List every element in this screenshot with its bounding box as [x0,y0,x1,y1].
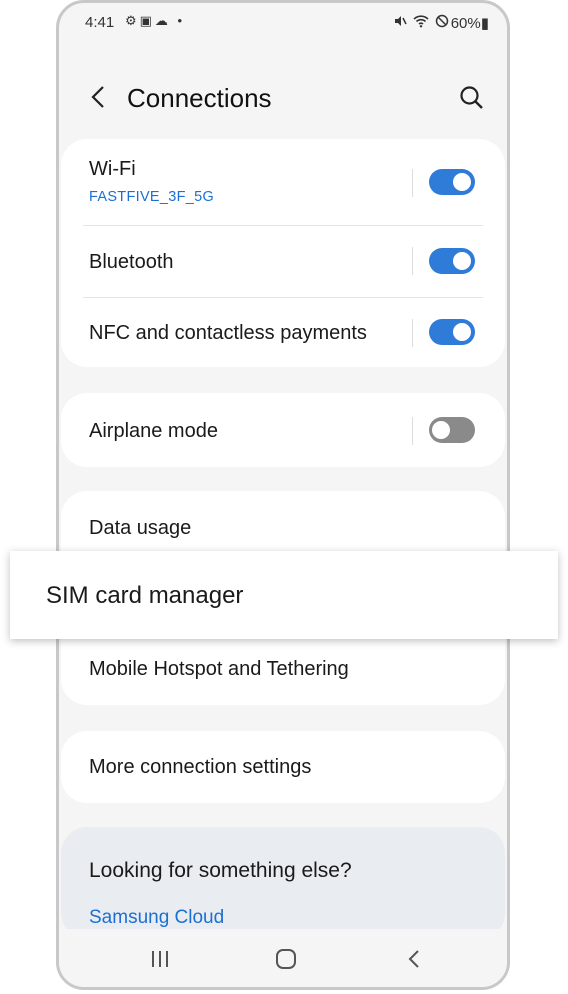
sim-card-manager-row[interactable]: SIM card manager [10,551,558,639]
home-button[interactable] [271,945,301,973]
chevron-left-icon [91,86,104,108]
separator [412,247,413,275]
search-icon [460,86,483,109]
back-nav-button[interactable] [399,945,429,973]
more-settings-label: More connection settings [89,756,312,778]
hotspot-row[interactable]: Mobile Hotspot and Tethering [61,633,505,705]
bluetooth-row[interactable]: Bluetooth [61,225,505,297]
recents-icon [152,951,168,967]
suggestion-card: Looking for something else? Samsung Clou… [61,827,505,939]
sim-card-manager-label: SIM card manager [46,582,244,609]
page-title: Connections [127,83,272,113]
back-icon [408,950,419,968]
airplane-toggle[interactable] [429,417,475,443]
more-group: More connection settings [61,731,505,803]
more-settings-row[interactable]: More connection settings [61,731,505,803]
notification-icons: ⚙▣☁ • [125,13,186,28]
bluetooth-label: Bluetooth [89,251,174,273]
page-header: Connections [59,75,507,123]
status-bar: 4:41 ⚙▣☁ • 60%▮ [59,11,507,35]
wireless-group: Wi-Fi FASTFIVE_3F_5G Bluetooth NFC and c… [61,139,505,367]
mute-icon [393,15,413,31]
data-usage-label: Data usage [89,517,192,539]
dnd-icon [435,14,449,31]
bluetooth-toggle[interactable] [429,248,475,274]
search-button[interactable] [457,83,487,113]
hotspot-label: Mobile Hotspot and Tethering [89,658,349,680]
nfc-toggle[interactable] [429,319,475,345]
suggestion-question: Looking for something else? [89,859,352,882]
wifi-icon [413,15,435,31]
nfc-row[interactable]: NFC and contactless payments [61,297,505,367]
home-icon [276,949,296,969]
separator [412,169,413,197]
wifi-network-name: FASTFIVE_3F_5G [89,189,215,205]
navigation-bar [59,929,507,987]
system-icons [393,14,449,31]
airplane-group: Airplane mode [61,393,505,467]
samsung-cloud-link[interactable]: Samsung Cloud [89,907,224,929]
phone-frame: 4:41 ⚙▣☁ • 60%▮ Connections Wi-Fi FASTFI… [56,0,510,990]
nfc-label: NFC and contactless payments [89,322,367,344]
status-time: 4:41 [85,14,115,31]
wifi-toggle[interactable] [429,169,475,195]
battery-level: 60%▮ [450,15,489,32]
back-button[interactable] [87,79,111,115]
wifi-label: Wi-Fi [89,158,136,180]
separator [412,319,413,347]
recents-button[interactable] [145,945,175,973]
airplane-label: Airplane mode [89,420,218,442]
separator [412,417,413,445]
wifi-row[interactable]: Wi-Fi FASTFIVE_3F_5G [61,139,505,225]
airplane-row[interactable]: Airplane mode [61,393,505,467]
